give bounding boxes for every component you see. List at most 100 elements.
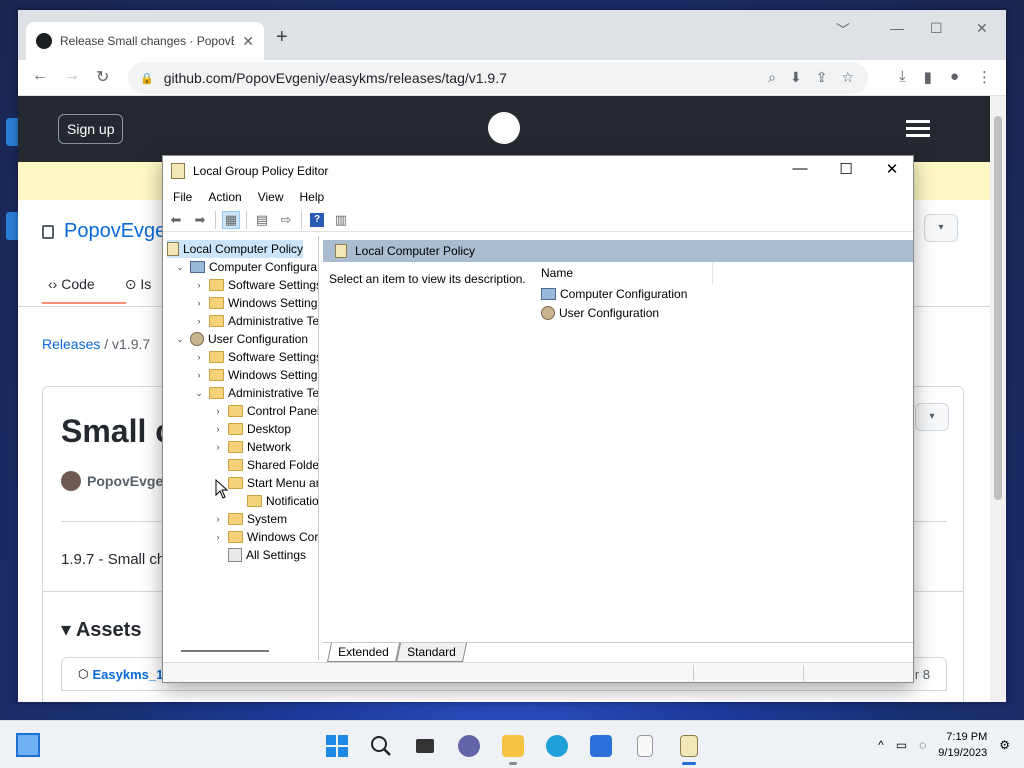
profile-avatar-icon[interactable]: ● [950,68,959,86]
clock[interactable]: 7:19 PM 9/19/2023 [938,729,987,761]
tray-overflow-icon[interactable]: ^ [878,738,884,752]
volume-icon[interactable]: ◌ [919,738,926,752]
help-icon[interactable]: ? [308,211,326,229]
tree-node[interactable]: ⌄ Administrative Te [193,384,318,402]
tab-close-icon[interactable]: ✕ [242,33,254,50]
notifications-icon[interactable]: ⚙ [999,738,1010,752]
list-item[interactable]: User Configuration [533,303,913,322]
chevron-right-icon[interactable]: › [193,352,205,362]
group-policy-app-icon[interactable] [674,731,704,765]
properties-icon[interactable]: ▤ [253,211,271,229]
tree-node[interactable]: › Windows Setting [193,366,318,384]
github-logo-icon[interactable] [488,112,520,144]
chevron-right-icon[interactable]: › [212,532,224,542]
downloads-icon[interactable]: ⤓ [899,68,906,86]
minimize-button[interactable]: — [890,20,904,36]
tab-standard[interactable]: Standard [395,643,467,662]
menu-help[interactable]: Help [300,190,325,204]
task-view-icon[interactable] [410,731,440,761]
chevron-down-icon[interactable]: ⌄ [193,388,205,399]
release-author[interactable]: PopovEvgen [61,471,172,491]
close-button[interactable]: ✕ [869,160,915,178]
tree-node[interactable]: › Software Settings [193,348,319,366]
page-scrollbar[interactable] [990,96,1006,702]
start-button[interactable] [322,731,352,761]
tab-search-icon[interactable]: ﹀ [836,20,850,40]
chevron-right-icon[interactable]: › [212,442,224,452]
menu-view[interactable]: View [258,190,284,204]
back-icon[interactable]: ← [32,67,48,85]
release-options-button[interactable]: ▾ [915,403,949,431]
install-app-icon[interactable]: ⬇ [790,69,802,86]
maximize-button[interactable]: ☐ [823,160,869,178]
tree-node[interactable]: › Windows Setting [193,294,318,312]
close-button[interactable]: ✕ [976,20,988,37]
reload-icon[interactable]: ↻ [96,67,109,87]
url-text[interactable]: github.com/PopovEvgeniy/easykms/releases… [164,70,507,86]
tree-node[interactable]: Local Computer Policy [167,240,304,258]
search-icon[interactable]: ⌕ [768,69,776,86]
notepad-icon[interactable] [630,731,660,761]
menu-action[interactable]: Action [208,190,241,204]
tree-node[interactable]: Notificatio [231,492,318,510]
forward-arrow-icon[interactable]: ➡ [191,211,209,229]
minimize-button[interactable]: — [777,160,823,177]
tree-node[interactable]: › Software Settings [193,276,319,294]
chevron-right-icon[interactable]: › [193,316,205,326]
tree-node[interactable]: All Settings [212,546,306,564]
export-list-icon[interactable]: ⇨ [277,211,295,229]
asset-link[interactable]: Easykms_1. [92,667,166,682]
chevron-right-icon[interactable]: › [193,370,205,380]
menu-kebab-icon[interactable]: ⋮ [977,68,992,86]
edge-browser-icon[interactable] [542,731,572,761]
new-tab-button[interactable]: + [276,26,288,49]
tree-node[interactable]: Shared Folder [212,456,318,474]
back-arrow-icon[interactable]: ⬅ [167,211,185,229]
bookmark-star-icon[interactable]: ☆ [841,69,854,86]
show-hide-tree-icon[interactable]: ▦ [222,210,240,229]
releases-link[interactable]: Releases [42,336,100,352]
tab-code[interactable]: ‹› Code [48,276,95,293]
chevron-right-icon[interactable]: › [193,280,205,290]
view-pane-icon[interactable]: ▥ [332,211,350,229]
chevron-down-icon[interactable]: ⌄ [174,262,186,273]
network-icon[interactable]: ▭ [896,738,907,752]
tree-node[interactable]: › Administrative Te [193,312,319,330]
chevron-down-icon[interactable]: ⌄ [174,334,186,345]
tab-issues[interactable]: ⊙ Is [125,276,152,293]
chevron-right-icon[interactable]: › [193,298,205,308]
forward-icon[interactable]: → [64,67,80,85]
tree-node[interactable]: › Windows Cor [212,528,319,546]
search-icon[interactable] [366,731,396,761]
tree-horizontal-scrollbar[interactable] [181,650,269,652]
notifications-dropdown[interactable]: ▾ [924,214,958,242]
chevron-right-icon[interactable]: › [212,424,224,434]
tree-node[interactable]: › Network [212,438,292,456]
tab-extended[interactable]: Extended [326,643,400,662]
hamburger-menu-icon[interactable] [906,120,930,141]
sign-up-button[interactable]: Sign up [58,114,124,144]
address-bar[interactable]: 🔒 github.com/PopovEvgeniy/easykms/releas… [128,62,868,94]
window-titlebar[interactable]: Local Group Policy Editor — ☐ ✕ [163,156,913,186]
tree-node[interactable]: ⌄ User Configuration [174,330,308,348]
tree-node[interactable]: › Control Panel [212,402,319,420]
scrollbar-thumb[interactable] [994,116,1002,500]
column-header-name[interactable]: Name [533,262,713,284]
browser-tab[interactable]: Release Small changes · PopovE ✕ [26,22,264,60]
repo-owner-link[interactable]: PopovEvge [64,220,166,243]
maximize-button[interactable]: ☐ [930,20,943,37]
tree-node[interactable]: ⌄ Computer Configura [174,258,317,276]
list-item[interactable]: Computer Configuration [533,284,913,303]
chevron-right-icon[interactable]: › [212,406,224,416]
chat-icon[interactable] [454,731,484,761]
widgets-icon[interactable] [16,733,40,757]
share-icon[interactable]: ⇪ [816,69,828,86]
tree-node[interactable]: › System [212,510,288,528]
assets-toggle[interactable]: ▾ Assets [61,617,141,642]
menu-file[interactable]: File [173,190,192,204]
microsoft-store-icon[interactable] [586,731,616,761]
file-explorer-icon[interactable] [498,731,528,765]
side-panel-icon[interactable]: ▮ [924,68,932,86]
chevron-right-icon[interactable]: › [212,514,224,524]
tree-node[interactable]: › Desktop [212,420,292,438]
